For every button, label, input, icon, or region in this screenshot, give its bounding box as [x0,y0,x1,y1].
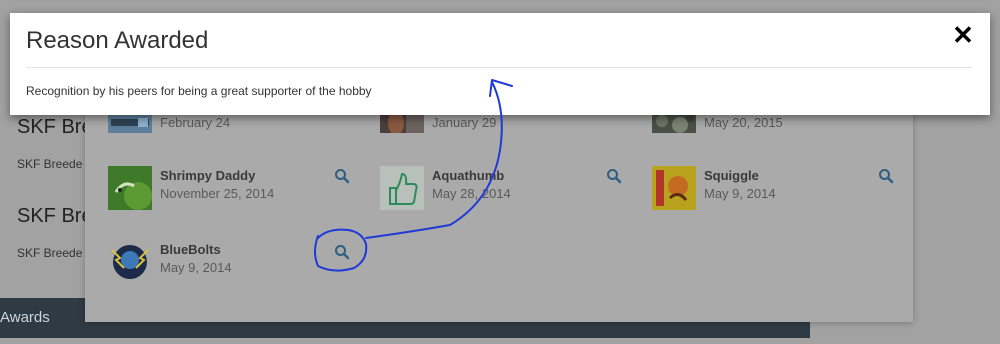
award-item: May 20, 2015 [652,113,912,165]
awards-tab-label[interactable]: Awards [0,309,50,326]
view-reason-button[interactable] [334,168,350,184]
award-date: May 20, 2015 [704,115,783,130]
search-icon [335,245,350,260]
background-subtext: SKF Breede [17,246,83,260]
shrimp-photo-thumbnail [108,166,152,210]
reason-awarded-modal: Reason Awarded ✕ Recognition by his peer… [10,13,990,115]
award-name: BlueBolts [160,242,221,257]
search-icon [879,169,894,184]
award-item: Squiggle May 9, 2014 [652,166,912,216]
award-name: Shrimpy Daddy [160,168,256,183]
award-date: November 25, 2014 [160,186,275,201]
award-name: Aquathumb [432,168,505,183]
squiggle-badge-thumbnail [652,166,696,210]
award-date: February 24 [160,115,231,130]
award-photo-thumbnail [652,113,696,133]
award-banner-thumbnail [108,113,152,133]
modal-divider [26,67,972,68]
search-icon [607,169,622,184]
award-date: May 28, 2014 [432,186,511,201]
view-reason-button[interactable] [606,168,622,184]
thumbs-up-thumbnail [380,166,424,210]
award-item: Shrimpy Daddy November 25, 2014 [108,166,368,216]
award-item: January 29 [380,113,640,165]
bluebolts-badge-thumbnail [108,240,152,284]
award-date: May 9, 2014 [704,186,776,201]
modal-title: Reason Awarded [26,27,209,54]
background-heading: SKF Bre [17,116,93,138]
award-name: Squiggle [704,168,759,183]
award-item: BlueBolts May 9, 2014 [108,240,368,290]
view-reason-button[interactable] [334,244,350,260]
award-photo-thumbnail [380,113,424,133]
award-item: Aquathumb May 28, 2014 [380,166,640,216]
award-date: January 29 [432,115,497,130]
awards-panel: February 24 January 29 May 20, 2015 Shri… [85,100,913,322]
background-heading: SKF Bre [17,205,93,227]
search-icon [335,169,350,184]
award-item: February 24 [108,113,368,165]
view-reason-button[interactable] [878,168,894,184]
award-date: May 9, 2014 [160,260,232,275]
background-subtext: SKF Breede [17,157,83,171]
close-icon[interactable]: ✕ [951,22,975,48]
modal-body-text: Recognition by his peers for being a gre… [26,84,372,98]
